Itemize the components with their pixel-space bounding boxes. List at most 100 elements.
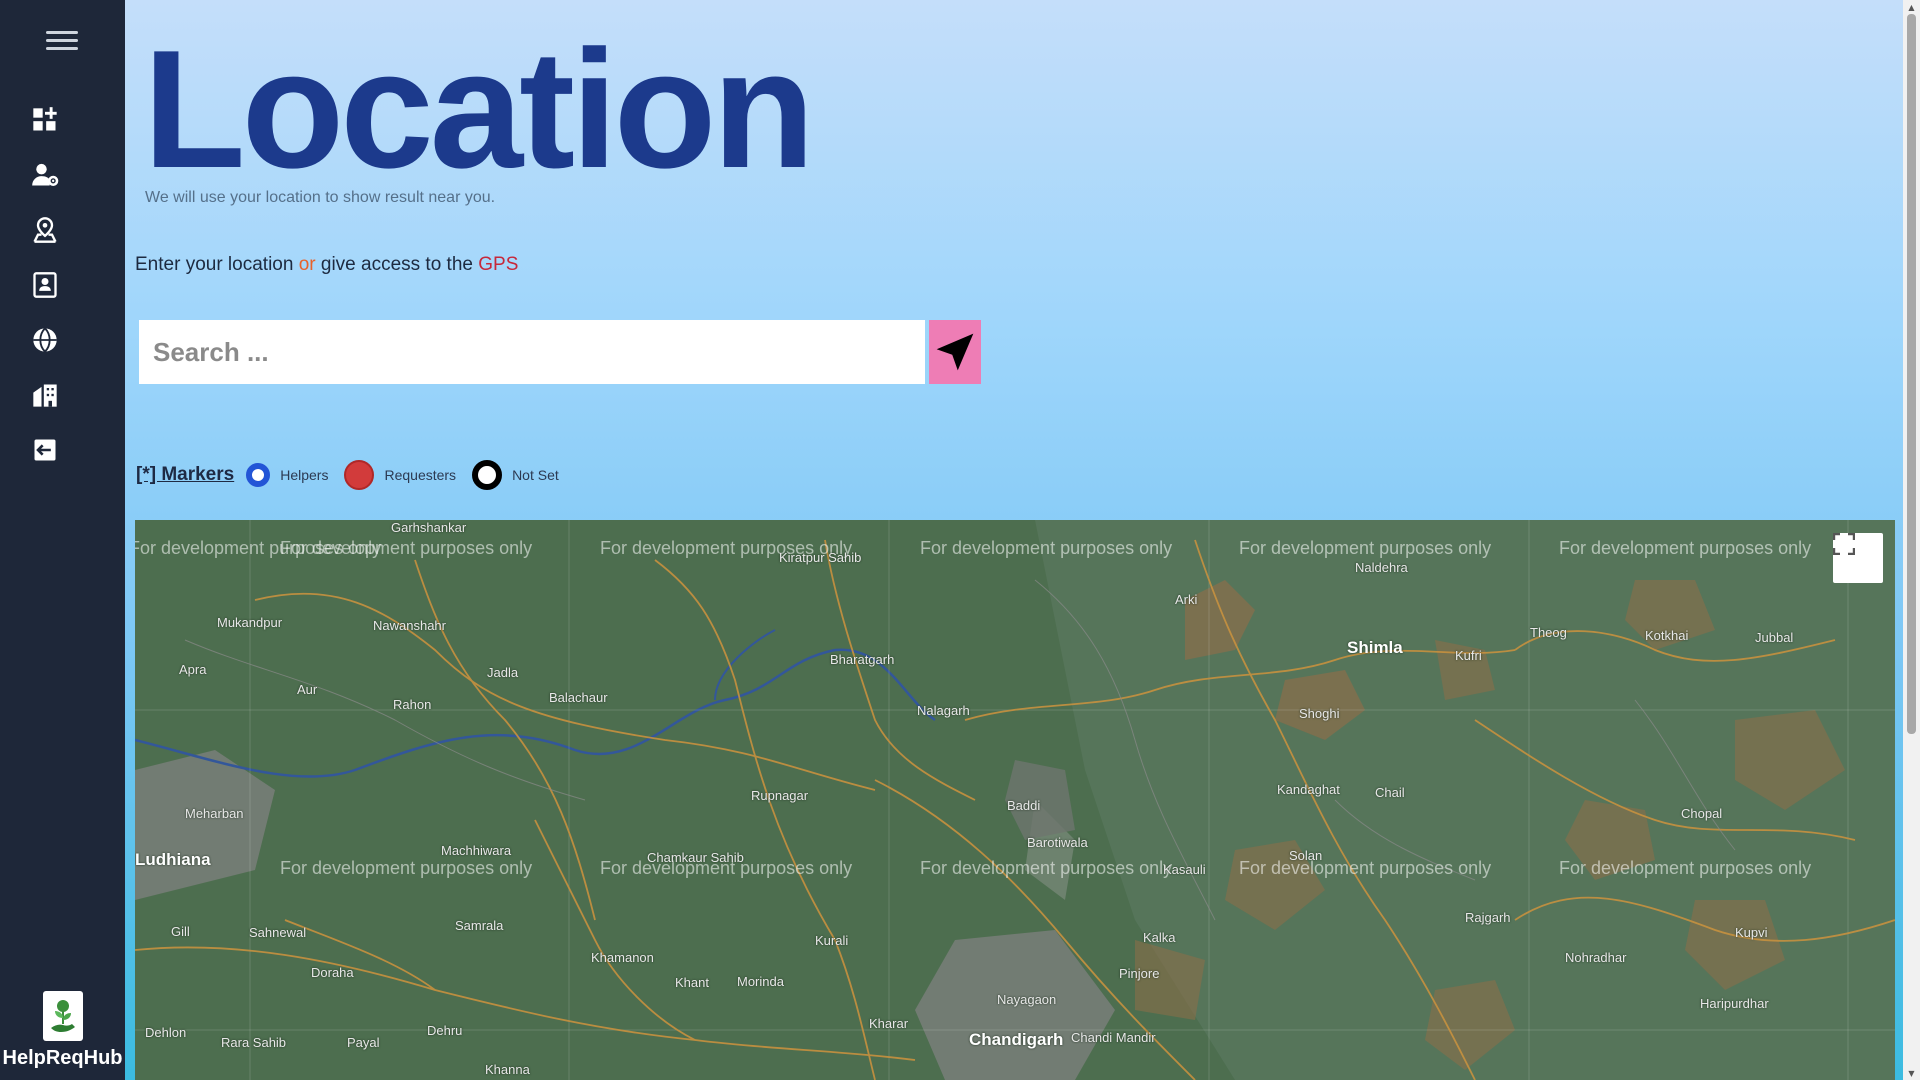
map-place-label: Shimla [1347,638,1403,657]
map-place-label: Khanna [485,1062,530,1077]
sign-out-icon [34,439,56,461]
hamburger-line [46,47,78,50]
map-watermark: For development purposes only [920,538,1173,558]
location-search-input[interactable] [139,320,925,384]
map-place-label: Nalagarh [917,703,970,718]
sidebar-item-globe[interactable] [28,323,62,357]
map-watermark: For development purposes only [1559,858,1812,878]
plant-hand-logo-icon [50,1000,75,1032]
navigation-arrow-icon [936,333,974,371]
map-place-label: Rahon [393,697,432,712]
scrollbar-thumb[interactable] [1907,14,1916,734]
gps-locate-button[interactable] [929,320,981,384]
map-place-label: Gill [171,924,190,939]
map-place-label: Ludhiana [135,850,211,869]
map-place-label: Dehru [427,1023,463,1038]
map-place-label: Apra [179,662,207,677]
sidebar-item-logout[interactable] [28,433,62,467]
map-place-label: Bharatgarh [830,652,895,667]
map-place-label: Barotiwala [1027,835,1088,850]
instruction-text-2: give access to the [320,254,473,275]
map-place-label: Chopal [1681,806,1723,821]
map-place-label: Aur [297,682,318,697]
map-place-label: Rara Sahib [221,1035,287,1050]
map-place-label: Kalka [1143,930,1176,945]
location-instruction: Enter your location or give access to th… [135,254,518,276]
not-set-marker-icon [472,460,503,490]
map-place-label: Sahnewal [249,925,307,940]
map-place-label: Kharar [869,1016,909,1031]
map-place-label: Nawanshahr [373,618,446,633]
hamburger-line [46,31,78,34]
map-place-label: Dehlon [145,1025,187,1040]
map-place-label: Rajgarh [1465,910,1511,925]
map-fullscreen-button[interactable] [1833,533,1883,583]
fullscreen-icon [1833,533,1855,555]
legend-label-not-set: Not Set [512,467,559,483]
scroll-up-arrow-icon[interactable]: ▲ [1903,0,1920,14]
brand[interactable]: HelpReqHub [0,991,125,1070]
map-place-label: Shoghi [1299,706,1340,721]
map-place-label: Haripurdhar [1700,996,1769,1011]
map-place-label: Doraha [311,965,354,980]
map-place-label: Chail [1375,785,1405,800]
map-place-label: Mukandpur [217,615,283,630]
map-place-label: Baddi [1007,798,1041,813]
map-watermark: For development purposes only [920,858,1173,878]
map-place-label: Nayagaon [997,992,1057,1007]
location-person-icon [33,217,57,243]
sidebar-item-user-settings[interactable] [28,158,62,192]
map-place-label: Arki [1175,592,1198,607]
menu-toggle-button[interactable] [46,26,78,56]
map-place-label: Jadla [487,665,519,680]
map-watermark: For development purposes only [280,538,533,558]
map-place-label: Payal [347,1035,380,1050]
brand-name: HelpReqHub [2,1047,123,1069]
contact-book-icon [33,272,57,298]
legend-label-requesters: Requesters [384,467,457,483]
map-place-label: Pinjore [1119,966,1160,981]
map-place-label: Nohradhar [1565,950,1627,965]
requesters-marker-icon [344,460,375,490]
map-place-label: Meharban [185,806,244,821]
gps-link[interactable]: GPS [478,254,518,275]
map-place-label: Kandaghat [1277,782,1340,797]
map-place-label: Rupnagar [751,788,809,803]
map-place-label: Kupvi [1735,925,1768,940]
map-place-label: Theog [1530,625,1567,640]
page-subtitle: We will use your location to show result… [145,189,496,206]
sidebar-item-contacts[interactable] [28,268,62,302]
page-scrollbar[interactable]: ▲ ▼ [1903,0,1920,1080]
sidebar-item-location[interactable] [28,213,62,247]
map-place-label: Kasauli [1163,862,1206,877]
map-place-label: Naldehra [1355,560,1408,575]
map-place-label: Garhshankar [391,520,467,535]
marker-legend: [*] Markers Helpers Requesters Not Set [136,458,575,492]
map-watermark: For development purposes only [1239,858,1492,878]
map-watermark: For development purposes only [280,858,533,878]
map-watermark: For development purposes only [1239,538,1492,558]
building-icon [33,384,57,407]
page-title: Location [143,15,815,203]
hamburger-line [46,39,78,42]
map-place-label: Samrala [455,918,504,933]
brand-logo [42,991,83,1041]
map-place-label: Machhiwara [441,843,512,858]
map-place-label: Jubbal [1755,630,1794,645]
map-place-label: Kufri [1455,648,1482,663]
map-watermark: For development purposes only [1559,538,1812,558]
legend-title[interactable]: [*] Markers [136,464,234,486]
sidebar-item-buildings[interactable] [28,378,62,412]
map-place-label: Chamkaur Sahib [647,850,744,865]
dashboard-add-icon [33,107,57,131]
sidebar: HelpReqHub [0,0,125,1080]
map-place-label: Kiratpur Sahib [779,550,862,565]
map-place-label: Chandigarh [969,1030,1064,1049]
helpers-marker-icon [246,463,271,487]
map-view[interactable]: For development purposes only For develo… [135,520,1895,1080]
map-place-label: Chandi Mandir [1071,1030,1156,1045]
scroll-down-arrow-icon[interactable]: ▼ [1903,1066,1920,1080]
instruction-or: or [298,254,316,275]
sidebar-item-dashboard[interactable] [28,103,62,137]
legend-label-helpers: Helpers [280,467,329,483]
